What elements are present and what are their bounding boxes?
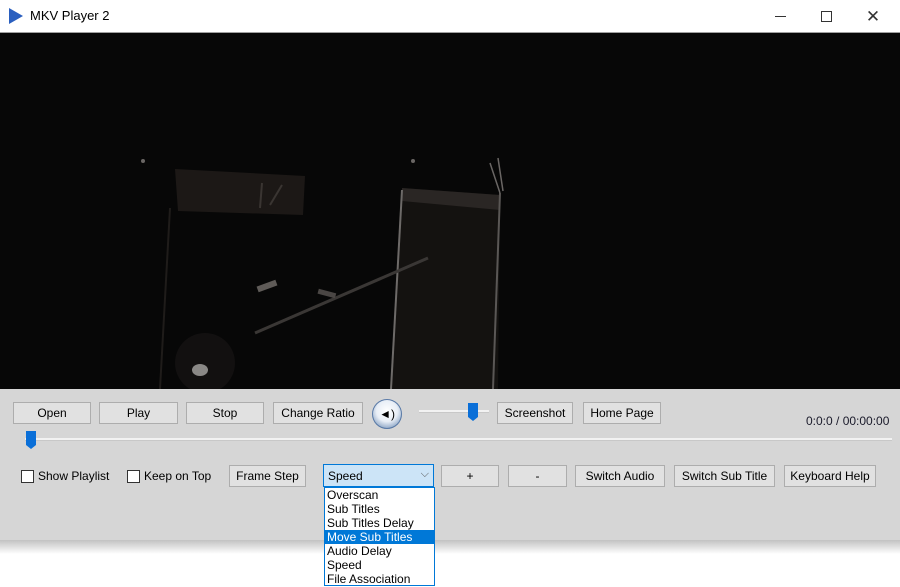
- play-button[interactable]: Play: [99, 402, 178, 424]
- close-button[interactable]: ✕: [850, 0, 896, 32]
- show-playlist-label: Show Playlist: [38, 469, 110, 483]
- frame-step-button[interactable]: Frame Step: [229, 465, 306, 487]
- volume-slider[interactable]: [419, 410, 489, 413]
- keep-on-top-checkbox[interactable]: Keep on Top: [127, 469, 211, 483]
- time-display: 0:0:0 / 00:00:00: [806, 414, 890, 428]
- video-display[interactable]: [0, 33, 900, 389]
- stop-button[interactable]: Stop: [186, 402, 264, 424]
- chevron-down-icon: ⌵: [420, 468, 429, 480]
- mute-button[interactable]: ◄): [372, 399, 402, 429]
- video-frame: [0, 33, 900, 389]
- close-icon: ✕: [865, 6, 881, 26]
- show-playlist-checkbox[interactable]: Show Playlist: [21, 469, 109, 483]
- app-logo-icon: [9, 8, 23, 24]
- keep-on-top-label: Keep on Top: [144, 469, 212, 483]
- seek-slider[interactable]: [25, 438, 892, 441]
- window-title: MKV Player 2: [30, 8, 110, 23]
- home-page-button[interactable]: Home Page: [583, 402, 661, 424]
- checkbox-box[interactable]: [127, 469, 140, 483]
- dropdown-option-move-sub-titles[interactable]: Move Sub Titles: [325, 530, 434, 544]
- title-bar: MKV Player 2 ✕: [0, 0, 900, 32]
- dropdown-option-overscan[interactable]: Overscan: [325, 488, 434, 502]
- minimize-button[interactable]: [757, 0, 803, 32]
- speaker-icon: ◄): [379, 407, 395, 421]
- panel-shadow: [0, 540, 900, 554]
- switch-audio-button[interactable]: Switch Audio: [575, 465, 665, 487]
- dropdown-option-speed[interactable]: Speed: [325, 558, 434, 572]
- minus-button[interactable]: -: [508, 465, 567, 487]
- keyboard-help-button[interactable]: Keyboard Help: [784, 465, 876, 487]
- switch-sub-title-button[interactable]: Switch Sub Title: [674, 465, 775, 487]
- screenshot-button[interactable]: Screenshot: [497, 402, 573, 424]
- stage-banner: [175, 169, 305, 215]
- plus-button[interactable]: +: [441, 465, 499, 487]
- minimize-icon: [774, 15, 786, 17]
- dropdown-option-sub-titles-delay[interactable]: Sub Titles Delay: [325, 516, 434, 530]
- maximize-icon: [820, 10, 832, 22]
- seek-slider-thumb[interactable]: [26, 431, 36, 449]
- maximize-button[interactable]: [803, 0, 849, 32]
- dropdown-option-audio-delay[interactable]: Audio Delay: [325, 544, 434, 558]
- volume-slider-thumb[interactable]: [468, 403, 478, 421]
- change-ratio-button[interactable]: Change Ratio: [273, 402, 363, 424]
- stage-board: [390, 188, 500, 389]
- mode-select[interactable]: Speed ⌵: [323, 464, 434, 487]
- dropdown-option-sub-titles[interactable]: Sub Titles: [325, 502, 434, 516]
- open-button[interactable]: Open: [13, 402, 91, 424]
- dropdown-option-file-association[interactable]: File Association: [325, 572, 434, 586]
- mode-dropdown-list: Overscan Sub Titles Sub Titles Delay Mov…: [324, 487, 435, 586]
- mode-select-value: Speed: [328, 469, 363, 483]
- checkbox-box[interactable]: [21, 469, 34, 483]
